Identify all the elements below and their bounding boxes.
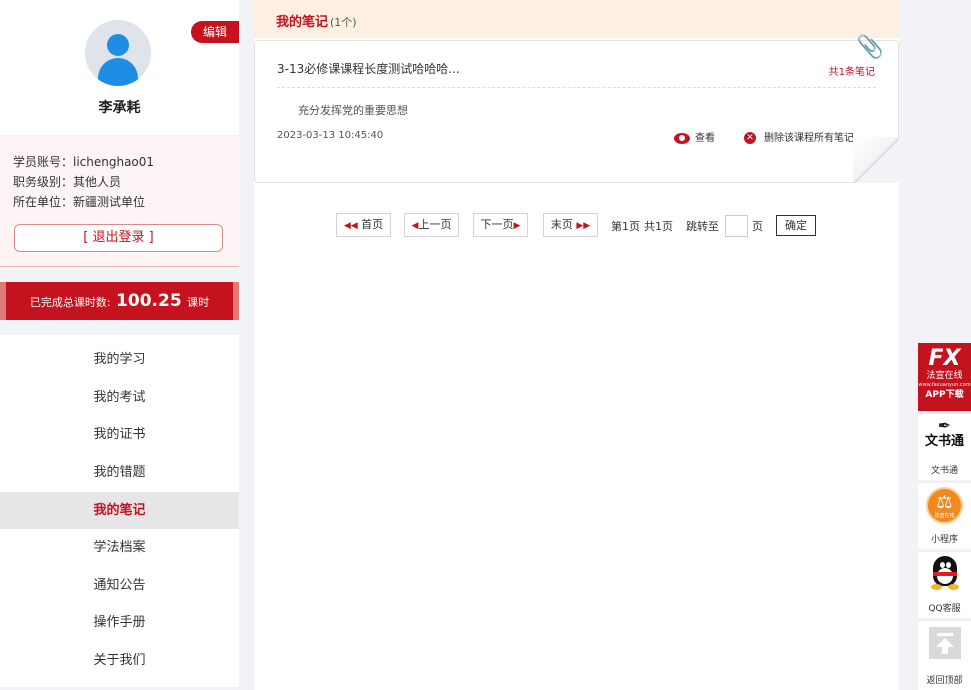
- delete-label: 删除该课程所有笔记: [764, 133, 854, 144]
- note-total-count: 共1条笔记: [828, 67, 875, 78]
- jump-label: 跳转至: [686, 220, 719, 233]
- avatar[interactable]: [85, 20, 151, 86]
- total-pages-text: 共1页: [644, 220, 673, 233]
- pagination: ◀◀ 首页 ◀上一页 下一页▶ 末页 ▶▶ 第1页 共1页 跳转至 页 确定: [254, 213, 899, 237]
- notes-count: (1个): [330, 16, 357, 29]
- edit-button[interactable]: 编辑: [191, 21, 239, 43]
- mini-program-button[interactable]: ⚖ 法宣在线 小程序: [918, 482, 971, 549]
- app-name: 法宣在线: [926, 371, 963, 381]
- page-title: 我的笔记 (1个): [276, 11, 357, 30]
- app-download-button[interactable]: FX 法宣在线 www.faxuanyun.com APP下载: [918, 343, 971, 411]
- sidebar-item-my-exam[interactable]: 我的考试: [0, 379, 239, 416]
- page: 编辑 李承耗 学员账号：lichenghao01 职务级别：其他人员 所在单位：…: [0, 0, 971, 690]
- sidebar-item-about[interactable]: 关于我们: [0, 642, 239, 679]
- eye-icon: [674, 132, 690, 144]
- note-card: 📎 3-13必修课课程长度测试哈哈哈... 共1条笔记 充分发挥党的重要思想 2…: [254, 35, 899, 183]
- banner-edge-right: [233, 282, 239, 320]
- first-page-button[interactable]: ◀◀ 首页: [336, 213, 391, 237]
- banner-edge-left: [0, 282, 6, 320]
- total-hours-banner: 已完成总课时数: 100.25 课时: [0, 282, 239, 320]
- hours-value: 100.25: [116, 291, 182, 311]
- view-button[interactable]: 查看: [674, 129, 715, 144]
- confirm-jump-button[interactable]: 确定: [776, 215, 816, 236]
- note-date: 2023-03-13 10:45:40: [277, 130, 384, 141]
- mini-program-label: 小程序: [930, 535, 958, 545]
- double-right-arrow-icon: ▶▶: [576, 221, 591, 231]
- mini-program-badge: 法宣在线: [934, 513, 955, 519]
- view-label: 查看: [695, 133, 715, 144]
- sidebar-item-my-wrong-questions[interactable]: 我的错题: [0, 454, 239, 491]
- sidebar-item-notices[interactable]: 通知公告: [0, 567, 239, 604]
- last-page-button[interactable]: 末页 ▶▶: [543, 213, 598, 237]
- sidebar-item-my-study[interactable]: 我的学习: [0, 341, 239, 378]
- floating-toolbar: FX 法宣在线 www.faxuanyun.com APP下载 ✒ 文书通 文书…: [917, 343, 971, 690]
- sidebar-item-manual[interactable]: 操作手册: [0, 604, 239, 641]
- user-name: 李承耗: [98, 100, 141, 116]
- avatar-body-icon: [98, 58, 138, 86]
- qq-service-button[interactable]: QQ客服: [918, 551, 971, 618]
- scales-icon: ⚖ 法宣在线: [926, 487, 963, 524]
- qq-penguin-icon: [930, 556, 960, 590]
- app-download-label: APP下载: [925, 390, 964, 400]
- sidebar: 编辑 李承耗 学员账号：lichenghao01 职务级别：其他人员 所在单位：…: [0, 0, 239, 690]
- notes-header: 我的笔记 (1个): [254, 0, 899, 38]
- first-page-label: 首页: [361, 218, 384, 231]
- sidebar-item-my-certificate[interactable]: 我的证书: [0, 416, 239, 453]
- back-to-top-label: 返回顶部: [926, 676, 963, 686]
- next-page-label: 下一页: [480, 218, 514, 231]
- account-text: 学员账号：lichenghao01: [13, 155, 155, 169]
- app-url: www.faxuanyun.com: [918, 382, 971, 388]
- hours-prefix: 已完成总课时数:: [29, 296, 111, 309]
- sidebar-menu: 我的学习 我的考试 我的证书 我的错题 我的笔记 学法档案 通知公告 操作手册 …: [0, 335, 239, 687]
- qq-service-label: QQ客服: [928, 604, 961, 614]
- jump-page-input[interactable]: [725, 215, 748, 237]
- wenshutong-label: 文书通: [930, 466, 958, 476]
- profile-card: 编辑 李承耗: [0, 0, 239, 135]
- main-content: 我的笔记 (1个) 📎 3-13必修课课程长度测试哈哈哈... 共1条笔记 充分发…: [254, 0, 899, 690]
- prev-page-button[interactable]: ◀上一页: [404, 213, 459, 237]
- page-curl-decoration: [853, 137, 899, 183]
- last-page-label: 末页: [550, 218, 573, 231]
- page-unit-label: 页: [752, 220, 763, 233]
- arrow-up-icon: [929, 627, 961, 659]
- prev-page-label: 上一页: [418, 218, 452, 231]
- pen-icon: ✒: [937, 416, 952, 435]
- unit-text: 所在单位：新疆测试单位: [13, 195, 146, 209]
- paperclip-icon: 📎: [856, 35, 884, 60]
- delete-icon: ✕: [744, 132, 756, 144]
- double-left-arrow-icon: ◀◀: [343, 221, 358, 231]
- avatar-head-icon: [107, 34, 129, 56]
- wenshutong-logo-text: 文书通: [924, 434, 964, 449]
- right-arrow-icon: ▶: [513, 221, 521, 231]
- delete-notes-button[interactable]: ✕ 删除该课程所有笔记: [744, 129, 854, 144]
- sidebar-item-law-archive[interactable]: 学法档案: [0, 529, 239, 566]
- current-page-text: 第1页: [611, 220, 640, 233]
- fx-logo-icon: FX: [928, 346, 961, 371]
- note-course-title[interactable]: 3-13必修课课程长度测试哈哈哈...: [277, 60, 460, 77]
- sidebar-item-my-notes[interactable]: 我的笔记: [0, 492, 239, 529]
- note-content: 充分发挥党的重要思想: [298, 104, 408, 117]
- wenshutong-button[interactable]: ✒ 文书通 文书通: [918, 413, 971, 480]
- wenshutong-logo-icon: ✒ 文书通: [918, 418, 971, 450]
- divider: [277, 87, 876, 88]
- back-to-top-button[interactable]: 返回顶部: [918, 620, 971, 690]
- next-page-button[interactable]: 下一页▶: [473, 213, 528, 237]
- notes-title: 我的笔记: [276, 15, 329, 30]
- level-text: 职务级别：其他人员: [13, 175, 122, 189]
- hours-suffix: 课时: [187, 296, 210, 309]
- logout-button[interactable]: [ 退出登录 ]: [14, 224, 223, 252]
